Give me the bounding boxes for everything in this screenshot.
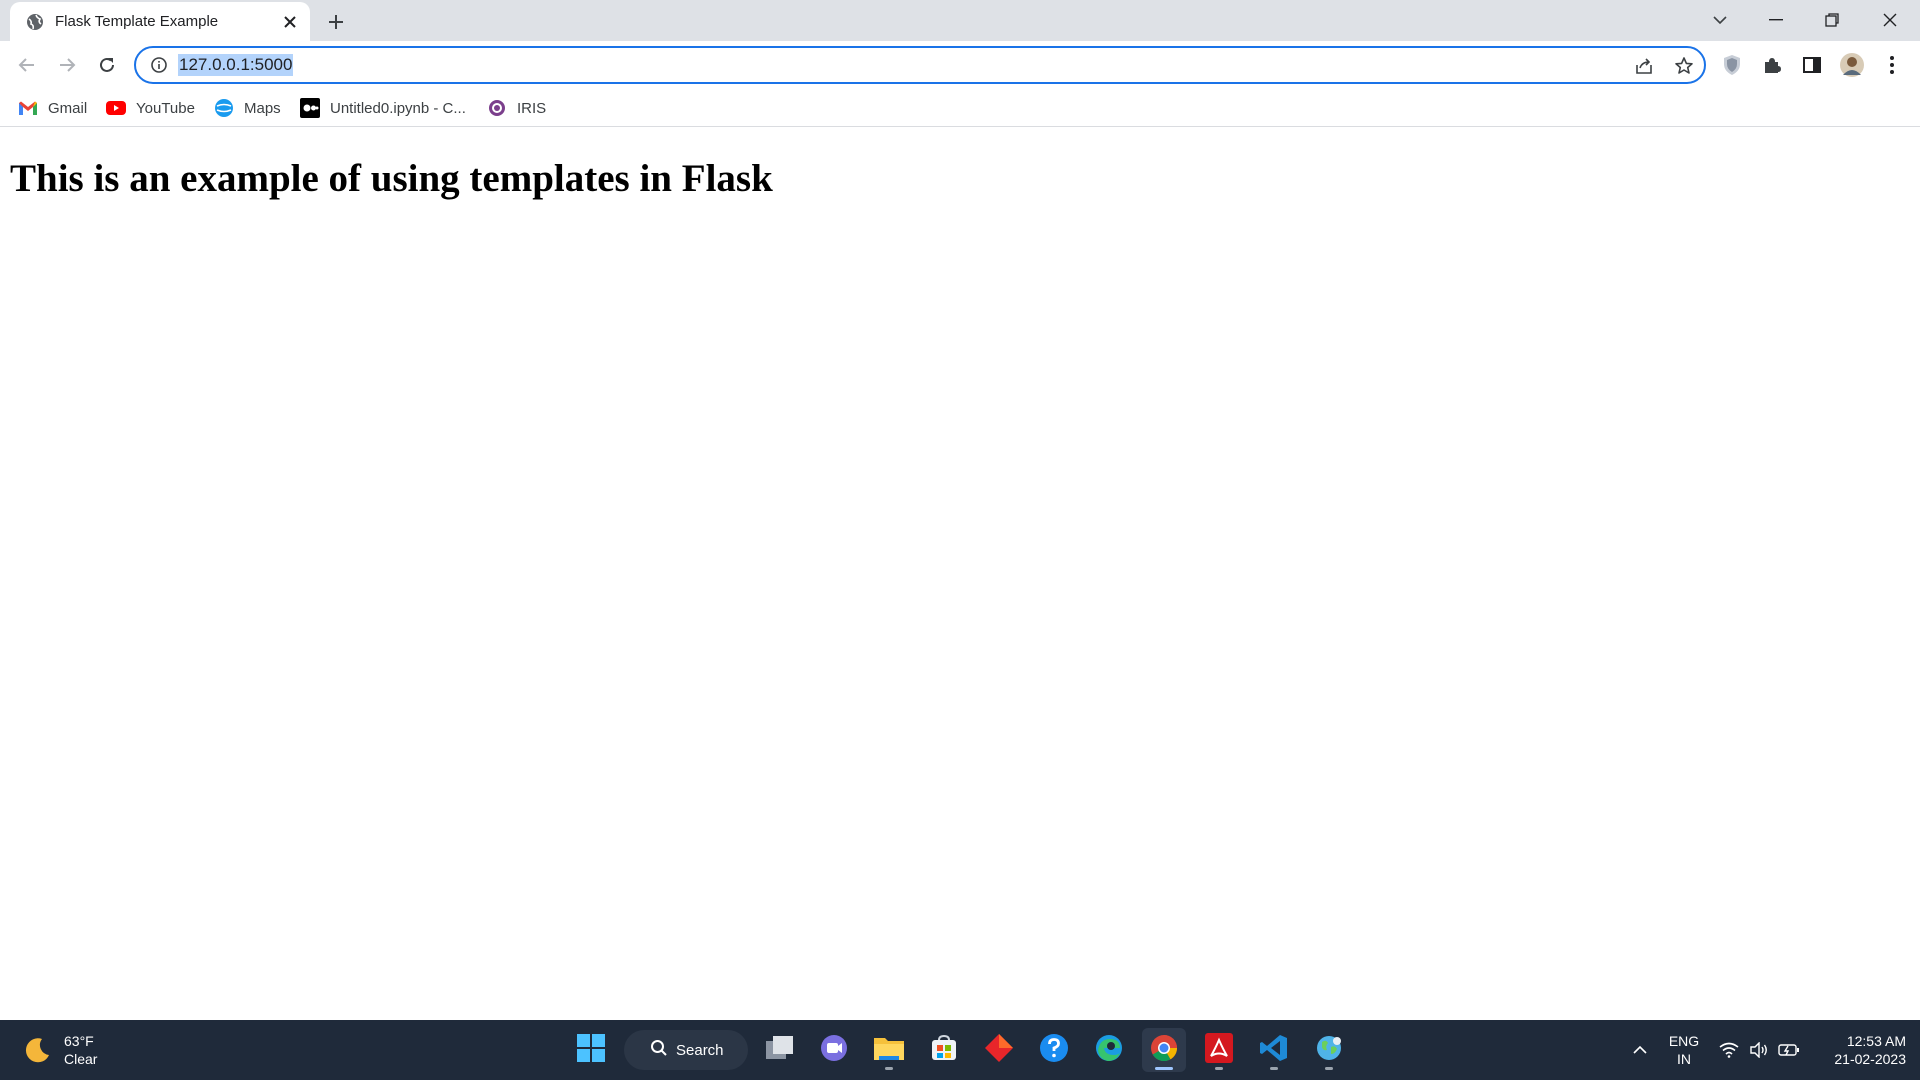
back-button[interactable] [13, 51, 41, 79]
file-explorer-button[interactable] [867, 1028, 911, 1072]
running-indicator [1270, 1067, 1278, 1070]
start-button[interactable] [569, 1028, 613, 1072]
tab-title: Flask Template Example [55, 13, 219, 30]
forward-button[interactable] [53, 51, 81, 79]
reload-button[interactable] [93, 51, 121, 79]
menu-kebab-icon[interactable] [1878, 51, 1906, 79]
language-code: ENG [1668, 1033, 1700, 1049]
site-info-icon[interactable] [150, 56, 168, 74]
task-view-button[interactable] [758, 1028, 802, 1072]
bookmark-iris[interactable]: IRIS [487, 96, 546, 120]
red-diamond-icon [984, 1033, 1014, 1068]
edge-icon [1094, 1033, 1124, 1068]
bookmark-gmail[interactable]: Gmail [18, 96, 87, 120]
wifi-icon[interactable] [1716, 1020, 1742, 1080]
running-indicator [1155, 1067, 1173, 1070]
anaconda-button[interactable] [1307, 1028, 1351, 1072]
running-indicator [1325, 1067, 1333, 1070]
help-icon [1039, 1033, 1069, 1068]
microsoft-store-button[interactable] [922, 1028, 966, 1072]
store-icon [930, 1034, 958, 1067]
url-text[interactable]: 127.0.0.1:5000 [178, 54, 294, 76]
acrobat-icon [1205, 1032, 1233, 1068]
gmail-icon [18, 98, 38, 118]
system-clock[interactable]: 12:53 AM 21-02-2023 [1806, 1032, 1906, 1068]
address-bar[interactable]: 127.0.0.1:5000 [134, 46, 1706, 84]
weather-temperature: 63°F [64, 1033, 94, 1049]
running-indicator [885, 1067, 893, 1070]
close-window-button[interactable] [1862, 0, 1918, 40]
globe-icon [25, 12, 45, 32]
browser-tab[interactable]: Flask Template Example [10, 2, 310, 41]
chrome-button[interactable] [1142, 1028, 1186, 1072]
bookmark-youtube[interactable]: YouTube [106, 96, 195, 120]
search-label: Search [676, 1041, 724, 1059]
bookmark-label: YouTube [136, 99, 195, 117]
task-view-icon [765, 1035, 795, 1066]
minimize-button[interactable] [1748, 0, 1804, 40]
side-panel-icon[interactable] [1798, 51, 1826, 79]
weather-condition: Clear [64, 1051, 98, 1067]
running-indicator [1215, 1067, 1223, 1070]
battery-icon[interactable] [1776, 1020, 1802, 1080]
bookmark-label: Maps [244, 99, 281, 117]
browser-toolbar: 127.0.0.1:5000 [0, 41, 1920, 89]
windows-taskbar: 63°F Clear Search ENG IN 12:53 AM 21-02-… [0, 1020, 1920, 1080]
new-tab-button[interactable] [323, 9, 349, 35]
region-code: IN [1677, 1051, 1691, 1067]
share-icon[interactable] [1632, 54, 1656, 78]
moon-icon [22, 1035, 52, 1065]
folder-icon [873, 1034, 905, 1067]
weather-widget[interactable]: 63°F Clear [22, 1030, 97, 1070]
page-heading: This is an example of using templates in… [10, 157, 773, 200]
clock-date: 21-02-2023 [1834, 1051, 1906, 1067]
extensions-puzzle-icon[interactable] [1758, 51, 1786, 79]
profile-avatar[interactable] [1838, 51, 1866, 79]
volume-icon[interactable] [1746, 1020, 1772, 1080]
input-language[interactable]: ENG IN [1664, 1032, 1704, 1068]
iris-icon [487, 98, 507, 118]
restore-button[interactable] [1804, 0, 1860, 40]
chrome-icon [1149, 1033, 1179, 1068]
clock-time: 12:53 AM [1846, 1033, 1906, 1049]
youtube-icon [106, 98, 126, 118]
close-icon[interactable] [280, 12, 300, 32]
bookmark-label: Untitled0.ipynb - C... [330, 99, 466, 117]
get-help-button[interactable] [1032, 1028, 1076, 1072]
taskbar-search[interactable]: Search [624, 1030, 748, 1070]
vscode-icon [1259, 1033, 1289, 1068]
acrobat-button[interactable] [1197, 1028, 1241, 1072]
edge-button[interactable] [1087, 1028, 1131, 1072]
search-icon [650, 1039, 668, 1062]
bookmark-maps[interactable]: Maps [214, 96, 281, 120]
maps-icon [214, 98, 234, 118]
bookmark-colab[interactable]: Untitled0.ipynb - C... [300, 96, 466, 120]
show-hidden-icons-button[interactable] [1626, 1020, 1654, 1080]
bookmark-label: IRIS [517, 99, 547, 117]
chat-button[interactable] [812, 1028, 856, 1072]
tab-search-button[interactable] [1692, 0, 1748, 40]
shield-extension-icon[interactable] [1718, 51, 1746, 79]
windows-start-icon [576, 1033, 606, 1068]
colab-icon [300, 98, 320, 118]
chat-icon [819, 1033, 849, 1068]
bookmarks-bar: Gmail YouTube Maps Untitled0.ipynb - C..… [0, 89, 1920, 127]
tab-strip: Flask Template Example [0, 0, 1920, 41]
page-content: This is an example of using templates in… [0, 128, 1920, 1020]
bookmark-star-icon[interactable] [1672, 54, 1696, 78]
red-app-button[interactable] [977, 1028, 1021, 1072]
bookmark-label: Gmail [48, 99, 88, 117]
vscode-button[interactable] [1252, 1028, 1296, 1072]
globe-icon [1314, 1033, 1344, 1068]
